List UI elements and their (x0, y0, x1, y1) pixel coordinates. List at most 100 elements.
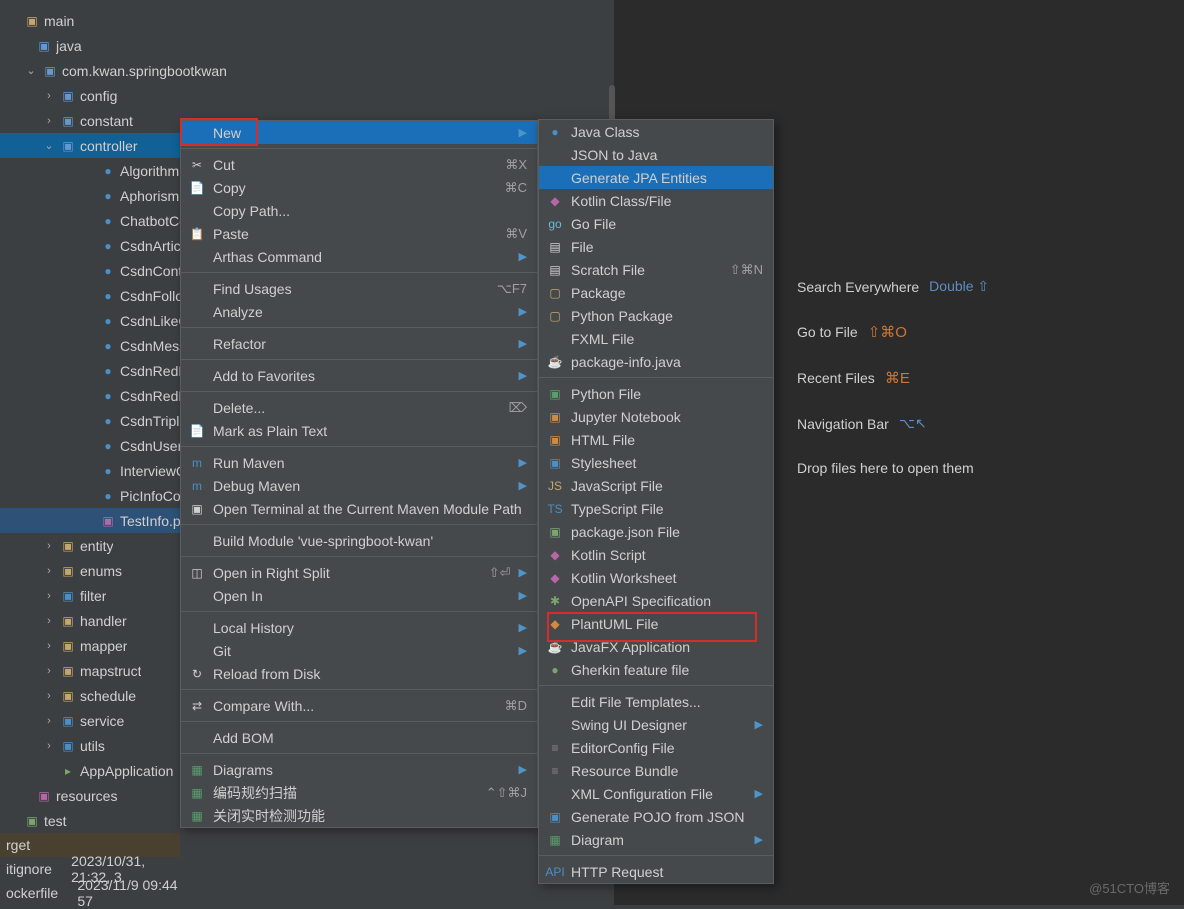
expand-icon[interactable]: › (42, 740, 56, 752)
menu-item[interactable]: Build Module 'vue-springboot-kwan' (181, 529, 537, 552)
menu-item-label: Copy Path... (213, 203, 527, 219)
menu-item[interactable]: XML Configuration File▶ (539, 782, 773, 805)
menu-item[interactable]: ◆Kotlin Script (539, 543, 773, 566)
menu-item[interactable]: mRun Maven▶ (181, 451, 537, 474)
menu-item[interactable]: APIHTTP Request (539, 860, 773, 883)
menu-item[interactable]: Edit File Templates... (539, 690, 773, 713)
menu-item[interactable]: ▤File (539, 235, 773, 258)
menu-item[interactable]: ◆Kotlin Worksheet (539, 566, 773, 589)
context-menu[interactable]: New▶ ✂Cut⌘X📄Copy⌘C Copy Path... 📋Paste⌘VArt… (180, 120, 538, 828)
menu-item-icon: ☕ (547, 639, 563, 655)
menu-item[interactable]: Refactor▶ (181, 332, 537, 355)
expand-icon[interactable]: › (42, 615, 56, 627)
editor-hints: Search EverywhereDouble ⇧ Go to File⇧⌘O … (797, 278, 989, 476)
resources-icon: ▣ (36, 788, 52, 804)
menu-item[interactable]: ●Gherkin feature file (539, 658, 773, 681)
menu-item[interactable]: ☕package-info.java (539, 350, 773, 373)
tree-item[interactable]: ⌄▣com.kwan.springbootkwan (0, 58, 340, 83)
menu-item-label: Add BOM (213, 730, 527, 746)
menu-item[interactable]: Find Usages⌥F7 (181, 277, 537, 300)
menu-item[interactable]: Swing UI Designer▶ (539, 713, 773, 736)
menu-item[interactable]: Arthas Command▶ (181, 245, 537, 268)
expand-icon[interactable]: › (42, 115, 56, 127)
menu-item[interactable]: ↻Reload from Disk (181, 662, 537, 685)
menu-item[interactable]: ▣Jupyter Notebook (539, 405, 773, 428)
menu-item[interactable]: JSJavaScript File (539, 474, 773, 497)
menu-item[interactable]: 📄Mark as Plain Text (181, 419, 537, 442)
menu-item[interactable]: mDebug Maven▶ (181, 474, 537, 497)
tree-item[interactable]: ›▣config (0, 83, 340, 108)
menu-item[interactable]: 📋Paste⌘V (181, 222, 537, 245)
menu-item[interactable]: ☕ JavaFX Application (539, 635, 773, 658)
class-icon: ● (100, 163, 116, 179)
class-icon: ● (100, 488, 116, 504)
expand-icon[interactable]: › (42, 90, 56, 102)
expand-icon[interactable]: › (42, 565, 56, 577)
menu-separator (181, 391, 537, 392)
menu-item-icon: ◫ (189, 565, 205, 581)
menu-item[interactable]: Add BOM (181, 726, 537, 749)
menu-item[interactable]: JSON to Java (539, 143, 773, 166)
expand-icon[interactable]: › (42, 640, 56, 652)
menu-item[interactable]: Analyze▶ (181, 300, 537, 323)
menu-item[interactable]: ✱OpenAPI Specification (539, 589, 773, 612)
tree-item-label: utils (80, 738, 105, 754)
menu-item[interactable]: ≡EditorConfig File (539, 736, 773, 759)
menu-item[interactable]: ▣Open Terminal at the Current Maven Modu… (181, 497, 537, 520)
dockerfile-line[interactable]: ockerfile 2023/11/9 09:44 57 (0, 881, 180, 905)
menu-item-label: Add to Favorites (213, 368, 511, 384)
menu-item[interactable]: ▢Python Package (539, 304, 773, 327)
menu-item[interactable]: ◆Kotlin Class/File (539, 189, 773, 212)
menu-item[interactable]: ≡Resource Bundle (539, 759, 773, 782)
menu-item-icon: go (547, 216, 563, 232)
menu-item[interactable]: ✂Cut⌘X (181, 153, 537, 176)
menu-item[interactable]: Copy Path... (181, 199, 537, 222)
expand-icon[interactable]: › (42, 665, 56, 677)
expand-icon[interactable]: ⌄ (42, 139, 56, 152)
menu-item[interactable]: New▶ (181, 121, 537, 144)
menu-separator (181, 272, 537, 273)
menu-item[interactable]: ◆PlantUML File (539, 612, 773, 635)
menu-item[interactable]: Git▶ (181, 639, 537, 662)
tree-item[interactable]: ▣main (0, 8, 340, 33)
tree-item-label: service (80, 713, 124, 729)
menu-item-label: 编码规约扫描 (213, 783, 478, 803)
menu-item[interactable]: ▣HTML File (539, 428, 773, 451)
expand-icon[interactable]: › (42, 690, 56, 702)
menu-item[interactable]: ▦编码规约扫描⌃⇧⌘J (181, 781, 537, 804)
menu-item[interactable]: ▦Diagrams▶ (181, 758, 537, 781)
expand-icon[interactable]: › (42, 540, 56, 552)
menu-item[interactable]: ⇄Compare With...⌘D (181, 694, 537, 717)
menu-item[interactable]: ▢Package (539, 281, 773, 304)
menu-item[interactable]: Open In▶ (181, 584, 537, 607)
menu-item[interactable]: ▦关闭实时检测功能 (181, 804, 537, 827)
menu-item[interactable]: Delete...⌦ (181, 396, 537, 419)
menu-item[interactable]: TSTypeScript File (539, 497, 773, 520)
menu-item[interactable]: ▣Python File (539, 382, 773, 405)
menu-item-icon (547, 331, 563, 347)
expand-icon[interactable]: › (42, 715, 56, 727)
menu-item[interactable]: Local History▶ (181, 616, 537, 639)
expand-icon[interactable]: ⌄ (24, 64, 38, 77)
menu-item[interactable]: ▤Scratch File⇧⌘N (539, 258, 773, 281)
menu-item[interactable]: ▦Diagram▶ (539, 828, 773, 851)
tree-item-label: entity (80, 538, 113, 554)
menu-item-icon: ✱ (547, 593, 563, 609)
menu-separator (181, 753, 537, 754)
menu-item[interactable]: Generate JPA Entities (539, 166, 773, 189)
menu-item[interactable]: goGo File (539, 212, 773, 235)
menu-item[interactable]: 📄Copy⌘C (181, 176, 537, 199)
menu-item-icon: JS (547, 478, 563, 494)
tree-item[interactable]: ▣java (0, 33, 340, 58)
new-submenu[interactable]: ●Java ClassJSON to JavaGenerate JPA Enti… (538, 119, 774, 884)
expand-icon[interactable]: › (42, 590, 56, 602)
menu-item[interactable]: ▣Stylesheet (539, 451, 773, 474)
menu-item[interactable]: Add to Favorites▶ (181, 364, 537, 387)
menu-item[interactable]: ◫Open in Right Split⇧⏎▶ (181, 561, 537, 584)
menu-item[interactable]: ▣package.json File (539, 520, 773, 543)
menu-item-label: JavaFX Application (571, 639, 763, 655)
menu-item[interactable]: FXML File (539, 327, 773, 350)
menu-item-label: Java Class (571, 124, 763, 140)
menu-item[interactable]: ●Java Class (539, 120, 773, 143)
menu-item[interactable]: ▣Generate POJO from JSON (539, 805, 773, 828)
